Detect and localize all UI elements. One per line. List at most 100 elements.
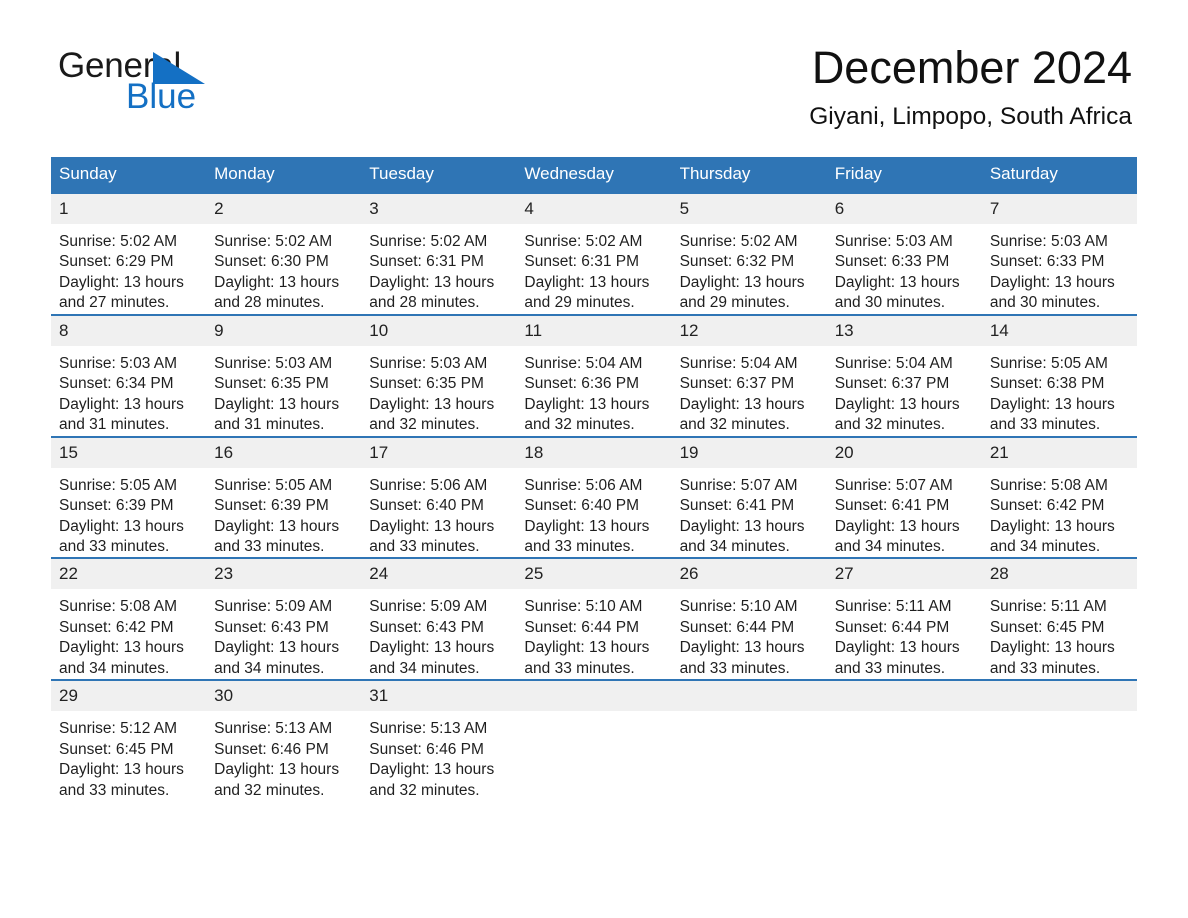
calendar-day-cell[interactable]: 31 Sunrise: 5:13 AM Sunset: 6:46 PM Dayligh… — [361, 679, 517, 802]
day-number: 26 — [671, 559, 827, 590]
calendar-week-row: 1 Sunrise: 5:02 AM Sunset: 6:29 PM Daylight… — [51, 192, 1137, 315]
day-number: 1 — [51, 194, 207, 224]
calendar-day-cell[interactable]: 28 Sunrise: 5:11 AM Sunset: 6:45 PM Dayligh… — [981, 557, 1137, 681]
daylight-text: Daylight: 13 hours and 31 minutes. — [214, 395, 340, 434]
page-title: December 2024 — [811, 42, 1132, 93]
calendar-day-cell[interactable]: 30 Sunrise: 5:13 AM Sunset: 6:46 PM Dayligh… — [206, 679, 362, 802]
weekday-header-friday: Friday — [826, 157, 982, 193]
day-details: Sunrise: 5:03 AM Sunset: 6:33 PM Daylight:… — [827, 224, 982, 314]
day-number — [981, 681, 1137, 712]
calendar-day-cell[interactable]: 14 Sunrise: 5:05 AM Sunset: 6:38 PM Dayligh… — [981, 313, 1137, 437]
sunset-text: Sunset: 6:31 PM — [524, 253, 640, 271]
calendar-day-cell[interactable]: 27 Sunrise: 5:11 AM Sunset: 6:44 PM Dayligh… — [826, 557, 982, 681]
weekday-header-saturday: Saturday — [981, 157, 1137, 193]
sunrise-text: Sunrise: 5:10 AM — [524, 598, 643, 616]
calendar-day-cell[interactable]: 8 Sunrise: 5:03 AM Sunset: 6:34 PM Daylight… — [51, 313, 207, 437]
daylight-text: Daylight: 13 hours and 33 minutes. — [59, 761, 184, 799]
calendar-day-cell[interactable]: 6 Sunrise: 5:03 AM Sunset: 6:33 PM Daylight… — [826, 192, 982, 315]
daylight-text: Daylight: 13 hours and 32 minutes. — [524, 395, 650, 434]
sunset-text: Sunset: 6:33 PM — [834, 253, 950, 271]
generalblue-logo[interactable]: General Blue — [58, 48, 318, 120]
day-number: 4 — [516, 194, 672, 224]
calendar-empty-cell — [516, 679, 672, 802]
day-details: Sunrise: 5:09 AM Sunset: 6:43 PM Daylight:… — [361, 589, 516, 679]
sunrise-text: Sunrise: 5:08 AM — [989, 476, 1108, 494]
day-details: Sunrise: 5:09 AM Sunset: 6:43 PM Daylight:… — [206, 589, 361, 679]
calendar-day-cell[interactable]: 16 Sunrise: 5:05 AM Sunset: 6:39 PM Dayligh… — [206, 435, 362, 559]
calendar-day-cell[interactable]: 11 Sunrise: 5:04 AM Sunset: 6:36 PM Dayligh… — [516, 313, 672, 437]
sunrise-text: Sunrise: 5:04 AM — [524, 354, 643, 372]
daylight-text: Daylight: 13 hours and 32 minutes. — [369, 761, 495, 799]
sunset-text: Sunset: 6:41 PM — [679, 497, 795, 515]
calendar-day-cell[interactable]: 3 Sunrise: 5:02 AM Sunset: 6:31 PM Daylight… — [361, 192, 517, 315]
sunset-text: Sunset: 6:45 PM — [59, 740, 174, 758]
title-block: December 2024 Giyani, Limpopo, South Afr… — [809, 44, 1132, 131]
calendar-day-cell[interactable]: 23 Sunrise: 5:09 AM Sunset: 6:43 PM Dayligh… — [206, 557, 362, 681]
calendar-day-cell[interactable]: 10 Sunrise: 5:03 AM Sunset: 6:35 PM Dayligh… — [361, 313, 517, 437]
sunrise-text: Sunrise: 5:06 AM — [524, 476, 643, 494]
calendar-day-cell[interactable]: 5 Sunrise: 5:02 AM Sunset: 6:32 PM Daylight… — [671, 192, 827, 315]
calendar-day-cell[interactable]: 4 Sunrise: 5:02 AM Sunset: 6:31 PM Daylight… — [516, 192, 672, 315]
day-details: Sunrise: 5:02 AM Sunset: 6:31 PM Daylight:… — [516, 224, 671, 314]
calendar-day-cell[interactable]: 12 Sunrise: 5:04 AM Sunset: 6:37 PM Dayligh… — [671, 313, 827, 437]
sunset-text: Sunset: 6:36 PM — [524, 375, 640, 393]
sunrise-text: Sunrise: 5:13 AM — [214, 720, 333, 738]
day-number: 31 — [361, 681, 517, 712]
day-number: 2 — [206, 194, 362, 224]
calendar-day-cell[interactable]: 22 Sunrise: 5:08 AM Sunset: 6:42 PM Dayligh… — [51, 557, 207, 681]
sunset-text: Sunset: 6:43 PM — [214, 618, 329, 636]
daylight-text: Daylight: 13 hours and 34 minutes. — [834, 517, 960, 555]
day-details: Sunrise: 5:12 AM Sunset: 6:45 PM Daylight:… — [51, 711, 206, 801]
calendar-page: General Blue December 2024 Giyani, Limpo… — [0, 0, 1188, 918]
calendar-day-cell[interactable]: 21 Sunrise: 5:08 AM Sunset: 6:42 PM Dayligh… — [981, 435, 1137, 559]
day-details: Sunrise: 5:05 AM Sunset: 6:38 PM Daylight:… — [982, 346, 1137, 436]
calendar-day-cell[interactable]: 24 Sunrise: 5:09 AM Sunset: 6:43 PM Dayligh… — [361, 557, 517, 681]
calendar-day-cell[interactable]: 2 Sunrise: 5:02 AM Sunset: 6:30 PM Daylight… — [206, 192, 362, 315]
calendar-day-cell[interactable]: 13 Sunrise: 5:04 AM Sunset: 6:37 PM Dayligh… — [826, 313, 982, 437]
day-details: Sunrise: 5:02 AM Sunset: 6:31 PM Daylight:… — [361, 224, 516, 314]
calendar-empty-cell — [826, 679, 982, 802]
sunrise-text: Sunrise: 5:05 AM — [59, 476, 178, 494]
calendar-day-cell[interactable]: 19 Sunrise: 5:07 AM Sunset: 6:41 PM Dayligh… — [671, 435, 827, 559]
day-details: Sunrise: 5:05 AM Sunset: 6:39 PM Daylight:… — [206, 468, 361, 558]
day-details: Sunrise: 5:06 AM Sunset: 6:40 PM Daylight:… — [516, 468, 671, 558]
day-details: Sunrise: 5:07 AM Sunset: 6:41 PM Daylight:… — [827, 468, 982, 558]
calendar-day-cell[interactable]: 20 Sunrise: 5:07 AM Sunset: 6:41 PM Dayligh… — [826, 435, 982, 559]
daylight-text: Daylight: 13 hours and 32 minutes. — [369, 395, 495, 434]
daylight-text: Daylight: 13 hours and 33 minutes. — [989, 395, 1115, 434]
day-details: Sunrise: 5:07 AM Sunset: 6:41 PM Daylight:… — [672, 468, 827, 558]
calendar-day-cell[interactable]: 25 Sunrise: 5:10 AM Sunset: 6:44 PM Dayligh… — [516, 557, 672, 681]
sunset-text: Sunset: 6:42 PM — [59, 618, 174, 636]
day-details: Sunrise: 5:04 AM Sunset: 6:37 PM Daylight:… — [827, 346, 982, 436]
day-number: 21 — [981, 437, 1137, 468]
calendar-day-cell[interactable]: 18 Sunrise: 5:06 AM Sunset: 6:40 PM Dayligh… — [516, 435, 672, 559]
daylight-text: Daylight: 13 hours and 31 minutes. — [59, 395, 184, 434]
day-details: Sunrise: 5:13 AM Sunset: 6:46 PM Daylight:… — [361, 711, 516, 801]
sunset-text: Sunset: 6:44 PM — [524, 618, 640, 636]
sunrise-text: Sunrise: 5:07 AM — [834, 476, 953, 494]
calendar-day-cell[interactable]: 9 Sunrise: 5:03 AM Sunset: 6:35 PM Daylight… — [206, 313, 362, 437]
calendar-day-cell[interactable]: 17 Sunrise: 5:06 AM Sunset: 6:40 PM Dayligh… — [361, 435, 517, 559]
daylight-text: Daylight: 13 hours and 33 minutes. — [679, 639, 805, 677]
calendar-day-cell[interactable]: 7 Sunrise: 5:03 AM Sunset: 6:33 PM Daylight… — [981, 192, 1137, 315]
day-details: Sunrise: 5:02 AM Sunset: 6:29 PM Daylight:… — [51, 224, 206, 314]
day-details: Sunrise: 5:03 AM Sunset: 6:34 PM Daylight:… — [51, 346, 206, 436]
day-number — [826, 681, 982, 712]
day-number: 5 — [671, 194, 827, 224]
day-number: 20 — [826, 437, 982, 468]
sunrise-text: Sunrise: 5:02 AM — [214, 233, 333, 250]
sunset-text: Sunset: 6:30 PM — [214, 253, 329, 271]
daylight-text: Daylight: 13 hours and 32 minutes. — [214, 761, 340, 799]
daylight-text: Daylight: 13 hours and 29 minutes. — [524, 273, 650, 312]
calendar-day-cell[interactable]: 1 Sunrise: 5:02 AM Sunset: 6:29 PM Daylight… — [51, 192, 207, 315]
calendar-day-cell[interactable]: 26 Sunrise: 5:10 AM Sunset: 6:44 PM Dayligh… — [671, 557, 827, 681]
day-number: 27 — [826, 559, 982, 590]
sunrise-text: Sunrise: 5:07 AM — [679, 476, 798, 494]
calendar-day-cell[interactable]: 15 Sunrise: 5:05 AM Sunset: 6:39 PM Dayligh… — [51, 435, 207, 559]
daylight-text: Daylight: 13 hours and 29 minutes. — [679, 273, 805, 312]
sunset-text: Sunset: 6:44 PM — [679, 618, 795, 636]
calendar-week-row: 29 Sunrise: 5:12 AM Sunset: 6:45 PM Dayligh… — [51, 679, 1137, 802]
weekday-header-thursday: Thursday — [671, 157, 827, 193]
sunrise-text: Sunrise: 5:06 AM — [369, 476, 488, 494]
calendar-day-cell[interactable]: 29 Sunrise: 5:12 AM Sunset: 6:45 PM Dayligh… — [51, 679, 207, 802]
